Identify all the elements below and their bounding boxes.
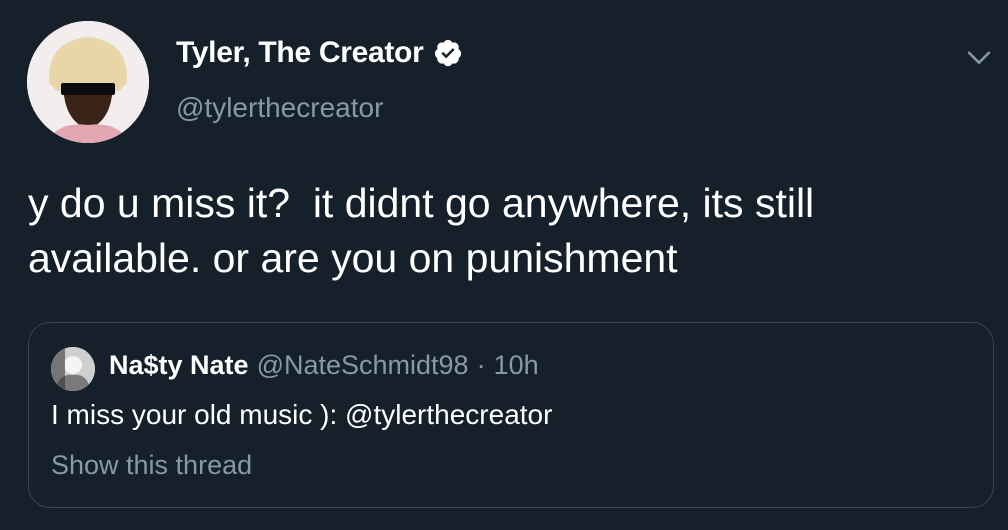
- separator-dot: ·: [476, 350, 486, 380]
- quoted-author-handle[interactable]: @NateSchmidt98: [257, 350, 469, 381]
- tweet-text: y do u miss it? it didnt go anywhere, it…: [28, 180, 826, 281]
- author-name-row: Tyler, The Creator: [176, 36, 463, 70]
- quoted-tweet-text: I miss your old music ): @tylerthecreato…: [51, 399, 553, 430]
- author-handle[interactable]: @tylerthecreator: [176, 92, 383, 124]
- quoted-tweet-header: Na$ty Nate @NateSchmidt98 · 10h: [109, 350, 539, 381]
- quoted-author-display-name[interactable]: Na$ty Nate: [109, 350, 249, 381]
- author-avatar[interactable]: [27, 21, 149, 143]
- quoted-author-avatar[interactable]: [51, 347, 95, 391]
- verified-badge-icon: [433, 38, 463, 68]
- quoted-tweet[interactable]: Na$ty Nate @NateSchmidt98 · 10h I miss y…: [28, 322, 994, 508]
- chevron-down-icon[interactable]: [962, 40, 996, 74]
- quoted-tweet-timestamp[interactable]: 10h: [494, 350, 539, 381]
- tweet-card: Tyler, The Creator @tylerthecreator y do…: [0, 0, 1008, 530]
- author-display-name[interactable]: Tyler, The Creator: [176, 36, 424, 70]
- show-thread-link[interactable]: Show this thread: [51, 450, 252, 481]
